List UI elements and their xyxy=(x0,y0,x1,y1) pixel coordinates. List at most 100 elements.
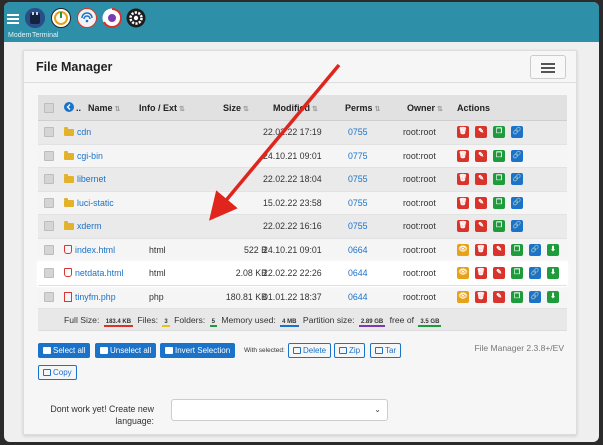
perms-link[interactable]: 0755 xyxy=(348,198,368,208)
eye-icon[interactable]: 👁 xyxy=(457,243,469,256)
rename-icon[interactable]: ✎ xyxy=(493,290,505,303)
language-select[interactable]: ⌄ xyxy=(171,399,388,421)
rename-icon[interactable]: ✎ xyxy=(493,243,505,256)
tar-button[interactable]: Tar xyxy=(370,343,402,358)
select-all-label: Select all xyxy=(53,346,86,355)
copy-icon[interactable]: ❐ xyxy=(493,196,505,209)
select-all-checkbox[interactable] xyxy=(44,103,54,113)
perms-link[interactable]: 0755 xyxy=(348,221,368,231)
trash-icon[interactable]: 🗑 xyxy=(457,196,469,209)
hamburger-menu-icon[interactable] xyxy=(7,14,19,26)
link-icon[interactable]: 🔗 xyxy=(511,196,523,209)
go-up-button[interactable] xyxy=(64,102,74,114)
perms-link[interactable]: 0644 xyxy=(348,292,368,302)
link-icon[interactable]: 🔗 xyxy=(511,220,523,232)
copy-icon[interactable]: ❐ xyxy=(511,243,523,256)
rename-icon[interactable]: ✎ xyxy=(475,220,487,232)
link-icon[interactable]: 🔗 xyxy=(529,243,541,256)
link-icon[interactable]: 🔗 xyxy=(529,290,541,303)
modified-cell: 15.02.22 23:58 xyxy=(263,197,322,208)
row-checkbox[interactable] xyxy=(44,174,54,184)
perms-link[interactable]: 0755 xyxy=(348,174,368,184)
file-name-link[interactable]: xderm xyxy=(77,221,101,231)
trash-icon[interactable]: 🗑 xyxy=(475,243,487,256)
menu-toggle-button[interactable] xyxy=(530,55,566,79)
rename-icon[interactable]: ✎ xyxy=(475,149,487,162)
row-checkbox[interactable] xyxy=(44,197,54,208)
terminal-label[interactable]: Terminal xyxy=(32,32,58,39)
copy-icon[interactable]: ❐ xyxy=(493,126,505,138)
rename-icon[interactable]: ✎ xyxy=(493,267,505,279)
link-icon[interactable]: 🔗 xyxy=(529,267,541,279)
rename-icon[interactable]: ✎ xyxy=(475,126,487,138)
perms-link[interactable]: 0664 xyxy=(348,245,368,255)
table-row[interactable]: cgi-bin 24.10.21 09:01 0775 root:root 🗑 ✎ ❐ 🔗 xyxy=(38,144,567,168)
invert-selection-button[interactable]: Invert Selection xyxy=(160,343,236,358)
up-dots[interactable]: .. xyxy=(76,103,81,113)
speed-app-icon[interactable] xyxy=(102,7,123,28)
rename-icon[interactable]: ✎ xyxy=(475,173,487,185)
download-icon[interactable]: ⬇ xyxy=(547,290,559,303)
terminal-app-icon[interactable] xyxy=(51,8,71,28)
col-name-header[interactable]: Name ⇅ xyxy=(88,103,120,113)
table-row[interactable]: cdn 22.02.22 17:19 0755 root:root 🗑 ✎ ❐ 🔗 xyxy=(38,121,567,145)
trash-icon[interactable]: 🗑 xyxy=(475,290,487,303)
row-checkbox[interactable] xyxy=(44,127,54,137)
sort-icon: ⇅ xyxy=(179,106,185,113)
trash-icon[interactable]: 🗑 xyxy=(457,149,469,162)
file-name-link[interactable]: cdn xyxy=(77,127,91,137)
col-modified-header[interactable]: Modified ⇅ xyxy=(273,103,318,113)
zip-button[interactable]: Zip xyxy=(334,343,366,358)
link-icon[interactable]: 🔗 xyxy=(511,173,523,185)
col-perms-header[interactable]: Perms ⇅ xyxy=(345,103,380,113)
table-row[interactable]: luci-static 15.02.22 23:58 0755 root:root 🗑 ✎… xyxy=(38,191,567,215)
table-row[interactable]: index.html html 522 B 24.10.21 09:01 0664 roo… xyxy=(38,238,567,262)
perms-link[interactable]: 0644 xyxy=(348,268,368,278)
trash-icon[interactable]: 🗑 xyxy=(457,220,469,232)
modem-label[interactable]: Modem xyxy=(8,32,31,39)
download-icon[interactable]: ⬇ xyxy=(547,243,559,256)
folder-icon xyxy=(64,221,74,230)
trash-icon[interactable]: 🗑 xyxy=(457,173,469,185)
row-checkbox[interactable] xyxy=(44,244,54,255)
link-icon[interactable]: 🔗 xyxy=(511,149,523,162)
col-info-header[interactable]: Info / Ext ⇅ xyxy=(139,103,185,113)
row-checkbox[interactable] xyxy=(44,291,54,302)
row-checkbox[interactable] xyxy=(44,268,54,278)
copy-icon[interactable]: ❐ xyxy=(493,149,505,162)
copy-icon[interactable]: ❐ xyxy=(493,220,505,232)
eye-icon[interactable]: 👁 xyxy=(457,290,469,303)
table-row[interactable]: netdata.html html 2.08 KB 22.02.22 22:26 064… xyxy=(38,262,567,286)
copy-button[interactable]: Copy xyxy=(38,365,77,380)
eye-icon[interactable]: 👁 xyxy=(457,267,469,279)
file-name-link[interactable]: netdata.html xyxy=(75,268,123,278)
rename-icon[interactable]: ✎ xyxy=(475,196,487,209)
select-all-button[interactable]: Select all xyxy=(38,343,91,358)
settings-gear-icon[interactable] xyxy=(126,8,146,28)
row-checkbox[interactable] xyxy=(44,221,54,231)
perms-link[interactable]: 0775 xyxy=(348,151,368,161)
table-row[interactable]: libernet 22.02.22 18:04 0755 root:root 🗑 ✎ ❐ 🔗 xyxy=(38,168,567,192)
link-icon[interactable]: 🔗 xyxy=(511,126,523,138)
copy-icon[interactable]: ❐ xyxy=(511,290,523,303)
file-name-link[interactable]: libernet xyxy=(77,174,106,184)
table-row[interactable]: tinyfm.php php 180.81 KB 01.01.22 18:37 0644… xyxy=(38,285,567,309)
trash-icon[interactable]: 🗑 xyxy=(457,126,469,138)
col-owner-header[interactable]: Owner ⇅ xyxy=(407,103,443,113)
unselect-all-button[interactable]: Unselect all xyxy=(95,343,157,358)
file-name-link[interactable]: cgi-bin xyxy=(77,151,103,161)
file-name-link[interactable]: index.html xyxy=(75,245,115,255)
copy-icon[interactable]: ❐ xyxy=(493,173,505,185)
file-name-link[interactable]: luci-static xyxy=(77,198,114,208)
perms-link[interactable]: 0755 xyxy=(348,127,368,137)
delete-button[interactable]: Delete xyxy=(288,343,332,358)
modem-app-icon[interactable] xyxy=(25,8,45,28)
file-name-link[interactable]: tinyfm.php xyxy=(75,292,116,302)
table-row[interactable]: xderm 22.02.22 16:16 0755 root:root 🗑 ✎ ❐ 🔗 xyxy=(38,215,567,239)
download-icon[interactable]: ⬇ xyxy=(547,267,559,279)
copy-icon[interactable]: ❐ xyxy=(511,267,523,279)
col-size-header[interactable]: Size ⇅ xyxy=(223,103,249,113)
network-app-icon[interactable] xyxy=(77,8,97,28)
trash-icon[interactable]: 🗑 xyxy=(475,267,487,279)
row-checkbox[interactable] xyxy=(44,150,54,161)
